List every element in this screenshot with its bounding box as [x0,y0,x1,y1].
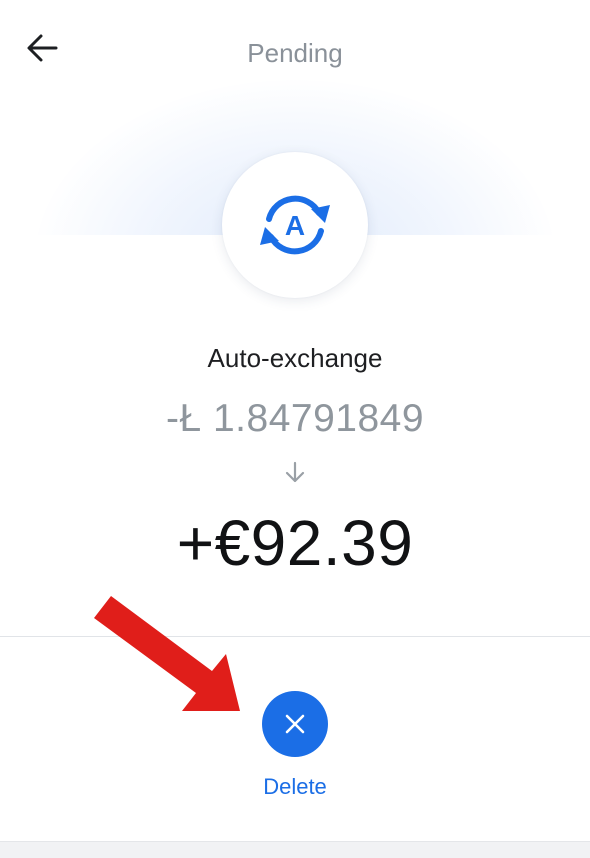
transaction-details-screen: Pending A Auto-exchange -Ł 1.84791849 +€… [0,0,590,858]
transaction-type-label: Auto-exchange [207,343,383,373]
bottom-bar [0,841,590,858]
delete-label[interactable]: Delete [0,774,590,800]
target-amount: +€92.39 [176,507,414,579]
transaction-icon-container: A [222,152,368,298]
page-title: Pending [247,38,343,68]
close-icon [285,714,305,734]
auto-exchange-letter: A [285,210,305,241]
arrow-down-icon [284,461,306,485]
delete-button[interactable] [262,691,328,757]
auto-exchange-icon: A [260,195,330,255]
source-amount: -Ł 1.84791849 [165,397,425,440]
